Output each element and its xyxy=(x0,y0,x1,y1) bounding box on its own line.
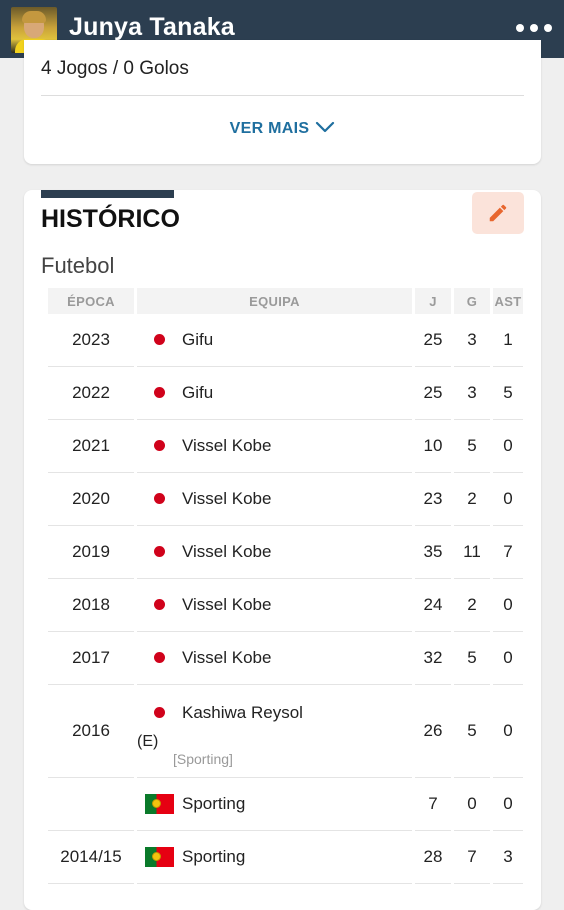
season-cell: 2021 xyxy=(48,420,134,473)
summary-line: 4 Jogos / 0 Golos xyxy=(41,58,189,79)
games-cell: 26 xyxy=(415,685,451,778)
season-cell: 2017 xyxy=(48,632,134,685)
japan-flag-icon xyxy=(145,330,174,350)
assists-cell: 0 xyxy=(493,685,523,778)
season-cell: 2023 xyxy=(48,314,134,367)
table-row[interactable]: Sporting 7 0 0 xyxy=(48,778,523,831)
assists-cell: 0 xyxy=(493,579,523,632)
japan-flag-icon xyxy=(145,436,174,456)
history-title: HISTÓRICO xyxy=(41,205,180,233)
assists-cell: 0 xyxy=(493,632,523,685)
games-cell: 28 xyxy=(415,831,451,884)
table-row[interactable]: 2019 Vissel Kobe 35 11 7 xyxy=(48,526,523,579)
history-table: ÉPOCA EQUIPA J G AST 2023 Gifu 25 3 1 20… xyxy=(45,288,526,884)
table-header-row: ÉPOCA EQUIPA J G AST xyxy=(48,288,523,314)
japan-flag-icon xyxy=(145,648,174,668)
games-cell: 35 xyxy=(415,526,451,579)
col-assists-header[interactable]: AST xyxy=(493,288,523,314)
games-cell: 7 xyxy=(415,778,451,831)
chevron-down-icon xyxy=(316,122,335,133)
season-cell: 2016 xyxy=(48,685,134,778)
japan-flag-icon xyxy=(145,489,174,509)
japan-flag-icon xyxy=(145,383,174,403)
table-row[interactable]: 2014/15 Sporting 28 7 3 xyxy=(48,831,523,884)
table-row-loan[interactable]: 2016 Kashiwa Reysol (E) [Sporting] 26 5 … xyxy=(48,685,523,778)
goals-cell: 5 xyxy=(454,632,490,685)
stats-summary-card: 4 Jogos / 0 Golos VER MAIS xyxy=(24,40,541,164)
games-cell: 32 xyxy=(415,632,451,685)
section-accent-bar xyxy=(41,190,174,198)
goals-cell: 3 xyxy=(454,367,490,420)
team-name-link[interactable]: Gifu xyxy=(182,330,213,350)
games-cell: 25 xyxy=(415,367,451,420)
history-card: HISTÓRICO Futebol ÉPOCA EQUIPA J G AST 2… xyxy=(24,190,541,910)
team-name-link[interactable]: Vissel Kobe xyxy=(182,648,271,668)
goals-cell: 0 xyxy=(454,778,490,831)
table-row[interactable]: 2022 Gifu 25 3 5 xyxy=(48,367,523,420)
team-name-link[interactable]: Sporting xyxy=(182,847,245,867)
japan-flag-icon xyxy=(145,595,174,615)
ver-mais-label: VER MAIS xyxy=(229,120,310,137)
team-name-link[interactable]: Gifu xyxy=(182,383,213,403)
season-cell: 2014/15 xyxy=(48,831,134,884)
col-team-header[interactable]: EQUIPA xyxy=(137,288,412,314)
season-cell: 2022 xyxy=(48,367,134,420)
season-cell: 2018 xyxy=(48,579,134,632)
goals-cell: 5 xyxy=(454,685,490,778)
assists-cell: 0 xyxy=(493,778,523,831)
goals-cell: 7 xyxy=(454,831,490,884)
loan-from-club: [Sporting] xyxy=(173,751,233,767)
table-row[interactable]: 2020 Vissel Kobe 23 2 0 xyxy=(48,473,523,526)
games-cell: 10 xyxy=(415,420,451,473)
team-name-link[interactable]: Kashiwa Reysol xyxy=(182,703,303,723)
table-row[interactable]: 2023 Gifu 25 3 1 xyxy=(48,314,523,367)
ver-mais-button[interactable]: VER MAIS xyxy=(24,120,541,138)
assists-cell: 3 xyxy=(493,831,523,884)
assists-cell: 0 xyxy=(493,420,523,473)
loan-tag: (E) xyxy=(137,733,159,750)
col-games-header[interactable]: J xyxy=(415,288,451,314)
goals-cell: 5 xyxy=(454,420,490,473)
season-cell xyxy=(48,778,134,831)
team-name-link[interactable]: Vissel Kobe xyxy=(182,436,271,456)
assists-cell: 0 xyxy=(493,473,523,526)
goals-cell: 2 xyxy=(454,579,490,632)
assists-cell: 1 xyxy=(493,314,523,367)
col-season-header[interactable]: ÉPOCA xyxy=(48,288,134,314)
season-cell: 2019 xyxy=(48,526,134,579)
season-cell: 2020 xyxy=(48,473,134,526)
japan-flag-icon xyxy=(145,542,174,562)
japan-flag-icon xyxy=(145,703,174,723)
games-cell: 23 xyxy=(415,473,451,526)
edit-button[interactable] xyxy=(472,192,524,234)
divider xyxy=(41,95,524,96)
more-horizontal-icon[interactable] xyxy=(516,20,552,36)
team-name-link[interactable]: Sporting xyxy=(182,794,245,814)
goals-cell: 11 xyxy=(454,526,490,579)
team-name-link[interactable]: Vissel Kobe xyxy=(182,489,271,509)
team-name-link[interactable]: Vissel Kobe xyxy=(182,542,271,562)
sport-label: Futebol xyxy=(41,253,115,278)
table-row[interactable]: 2017 Vissel Kobe 32 5 0 xyxy=(48,632,523,685)
goals-cell: 2 xyxy=(454,473,490,526)
col-goals-header[interactable]: G xyxy=(454,288,490,314)
pencil-icon xyxy=(489,204,507,222)
portugal-flag-icon xyxy=(145,847,174,867)
assists-cell: 7 xyxy=(493,526,523,579)
team-name-link[interactable]: Vissel Kobe xyxy=(182,595,271,615)
goals-cell: 3 xyxy=(454,314,490,367)
games-cell: 24 xyxy=(415,579,451,632)
table-row[interactable]: 2018 Vissel Kobe 24 2 0 xyxy=(48,579,523,632)
table-row[interactable]: 2021 Vissel Kobe 10 5 0 xyxy=(48,420,523,473)
portugal-flag-icon xyxy=(145,794,174,814)
assists-cell: 5 xyxy=(493,367,523,420)
player-name: Junya Tanaka xyxy=(69,13,235,41)
games-cell: 25 xyxy=(415,314,451,367)
